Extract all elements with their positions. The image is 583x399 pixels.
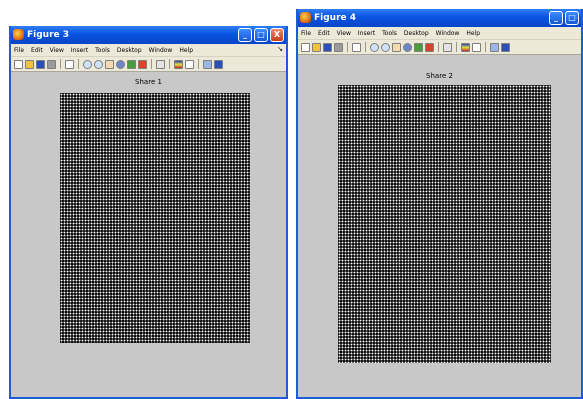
menu-help[interactable]: Help (179, 47, 193, 54)
figure-4-window: Figure 4 _ □ File Edit View Insert Tools… (296, 9, 583, 399)
menu-file[interactable]: File (301, 30, 311, 37)
open-file-icon[interactable] (25, 59, 34, 69)
zoom-in-icon[interactable] (83, 59, 92, 69)
dock-arrow-icon[interactable]: ↘ (277, 45, 283, 53)
rotate-3d-icon[interactable] (116, 59, 125, 69)
print-figure-icon[interactable] (334, 42, 343, 52)
pan-icon[interactable] (392, 42, 401, 52)
figure-toolbar (298, 40, 581, 55)
window-title: Figure 4 (314, 13, 357, 23)
insert-colorbar-icon[interactable] (461, 42, 470, 52)
menu-file[interactable]: File (14, 47, 24, 54)
menu-insert[interactable]: Insert (71, 47, 88, 54)
share-image (60, 93, 250, 343)
menu-desktop[interactable]: Desktop (404, 30, 429, 37)
open-file-icon[interactable] (312, 42, 321, 52)
title-bar[interactable]: Figure 3 _ □ X (11, 26, 286, 44)
toolbar-separator (456, 42, 457, 52)
close-button[interactable]: X (270, 28, 284, 42)
toolbar-separator (169, 59, 170, 69)
figure-toolbar (11, 57, 286, 72)
toolbar-separator (151, 59, 152, 69)
data-cursor-icon[interactable] (414, 42, 423, 52)
matlab-icon (300, 12, 311, 23)
print-figure-icon[interactable] (47, 59, 56, 69)
menu-bar: File Edit View Insert Tools Desktop Wind… (11, 44, 286, 57)
toolbar-separator (365, 42, 366, 52)
menu-edit[interactable]: Edit (31, 47, 43, 54)
save-figure-icon[interactable] (36, 59, 45, 69)
menu-window[interactable]: Window (149, 47, 173, 54)
toolbar-separator (485, 42, 486, 52)
menu-desktop[interactable]: Desktop (117, 47, 142, 54)
brush-icon[interactable] (425, 42, 434, 52)
plot-title: Share 2 (426, 72, 453, 80)
minimize-button[interactable]: _ (238, 28, 252, 42)
menu-help[interactable]: Help (466, 30, 480, 37)
menu-window[interactable]: Window (436, 30, 460, 37)
menu-edit[interactable]: Edit (318, 30, 330, 37)
menu-insert[interactable]: Insert (358, 30, 375, 37)
new-figure-icon[interactable] (14, 59, 23, 69)
window-title: Figure 3 (27, 30, 70, 40)
rotate-3d-icon[interactable] (403, 42, 412, 52)
toolbar-separator (78, 59, 79, 69)
brush-icon[interactable] (138, 59, 147, 69)
zoom-in-icon[interactable] (370, 42, 379, 52)
data-cursor-icon[interactable] (127, 59, 136, 69)
link-plot-icon[interactable] (156, 59, 165, 69)
save-figure-icon[interactable] (323, 42, 332, 52)
menu-bar: File Edit View Insert Tools Desktop Wind… (298, 27, 581, 40)
link-plot-icon[interactable] (443, 42, 452, 52)
toolbar-separator (60, 59, 61, 69)
toolbar-separator (438, 42, 439, 52)
menu-tools[interactable]: Tools (95, 47, 110, 54)
toolbar-separator (347, 42, 348, 52)
edit-plot-icon[interactable] (352, 42, 361, 52)
toolbar-separator (198, 59, 199, 69)
pan-icon[interactable] (105, 59, 114, 69)
edit-plot-icon[interactable] (65, 59, 74, 69)
figure-3-window: Figure 3 _ □ X File Edit View Insert Too… (9, 26, 288, 399)
zoom-out-icon[interactable] (381, 42, 390, 52)
minimize-button[interactable]: _ (549, 11, 563, 25)
hide-plot-tools-icon[interactable] (490, 42, 499, 52)
menu-view[interactable]: View (337, 30, 351, 37)
matlab-icon (13, 29, 24, 40)
show-plot-tools-icon[interactable] (214, 59, 223, 69)
title-bar[interactable]: Figure 4 _ □ (298, 9, 581, 27)
zoom-out-icon[interactable] (94, 59, 103, 69)
plot-title: Share 1 (135, 78, 162, 86)
menu-tools[interactable]: Tools (382, 30, 397, 37)
insert-colorbar-icon[interactable] (174, 59, 183, 69)
insert-legend-icon[interactable] (185, 59, 194, 69)
maximize-button[interactable]: □ (565, 11, 579, 25)
share-image (338, 85, 551, 363)
menu-view[interactable]: View (50, 47, 64, 54)
new-figure-icon[interactable] (301, 42, 310, 52)
maximize-button[interactable]: □ (254, 28, 268, 42)
hide-plot-tools-icon[interactable] (203, 59, 212, 69)
insert-legend-icon[interactable] (472, 42, 481, 52)
show-plot-tools-icon[interactable] (501, 42, 510, 52)
